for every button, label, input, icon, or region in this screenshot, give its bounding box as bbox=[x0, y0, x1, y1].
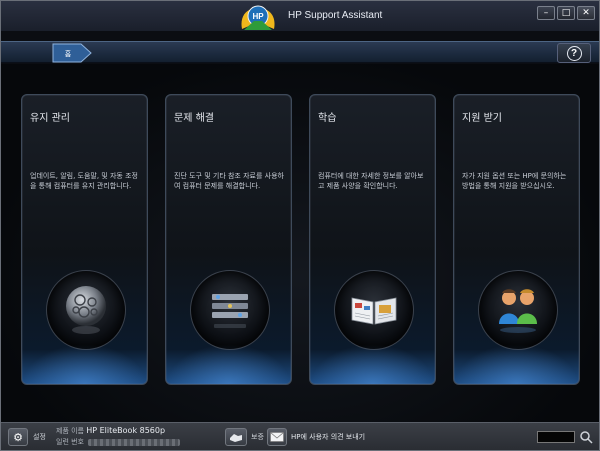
card-title: 문제 해결 bbox=[174, 113, 214, 124]
hp-logo-icon: HP bbox=[241, 5, 275, 30]
card-glow bbox=[166, 344, 291, 384]
card-glow bbox=[22, 344, 147, 384]
diagnostic-tools-icon bbox=[190, 270, 270, 350]
people-icon bbox=[478, 270, 558, 350]
help-button[interactable]: ? bbox=[557, 43, 591, 63]
serial-number: 일련 번호 bbox=[56, 437, 180, 447]
feedback-label: HP에 사용자 의견 보내기 bbox=[291, 433, 366, 441]
gear-icon: ⚙ bbox=[13, 430, 23, 444]
serial-redacted bbox=[88, 438, 180, 446]
card-title: 유지 관리 bbox=[30, 113, 70, 124]
logo-text: HP bbox=[252, 12, 264, 21]
maximize-button[interactable]: □ bbox=[557, 6, 575, 20]
card-description: 업데이트, 알림, 도움말, 및 자동 조정을 통해 컴퓨터를 유지 관리합니다… bbox=[30, 172, 138, 190]
card-glow bbox=[454, 344, 579, 384]
settings-label: 설정 bbox=[33, 433, 46, 441]
status-indicator bbox=[537, 431, 575, 443]
card-troubleshooting[interactable]: 문제 해결 진단 도구 및 기타 참조 자료를 사용하여 컴퓨터 문제를 해결합… bbox=[165, 94, 292, 385]
gear-sphere-icon bbox=[46, 270, 126, 350]
title-bar: HP HP Support Assistant – □ ✕ bbox=[1, 1, 599, 31]
warranty-label: 보증 bbox=[251, 433, 264, 441]
home-button[interactable]: 홈 bbox=[51, 43, 93, 63]
main-content: 유지 관리 업데이트, 알림, 도움말, 및 자동 조정을 통해 컴퓨터를 유지… bbox=[1, 64, 599, 422]
settings-button[interactable]: ⚙ bbox=[8, 428, 28, 446]
product-name-label: 제품 이름 bbox=[56, 427, 84, 435]
card-description: 컴퓨터에 대한 자세한 정보를 알아보고 제품 사양을 확인합니다. bbox=[318, 172, 424, 190]
app-window: HP HP Support Assistant – □ ✕ 홈 ? 유지 관리 … bbox=[0, 0, 600, 451]
card-learning[interactable]: 학습 컴퓨터에 대한 자세한 정보를 알아보고 제품 사양을 확인합니다. bbox=[309, 94, 436, 385]
minimize-button[interactable]: – bbox=[537, 6, 555, 20]
card-description: 진단 도구 및 기타 참조 자료를 사용하여 컴퓨터 문제를 해결합니다. bbox=[174, 172, 284, 190]
card-title: 학습 bbox=[318, 113, 337, 124]
footer-bar: ⚙ 설정 제품 이름 HP EliteBook 8560p 일련 번호 보증 H… bbox=[1, 422, 599, 450]
help-icon: ? bbox=[566, 45, 582, 61]
open-book-icon bbox=[334, 270, 414, 350]
card-description: 자가 지원 옵션 또는 HP에 문의하는 방법을 통해 지원을 받으십시오. bbox=[462, 172, 567, 190]
product-name-value: HP EliteBook 8560p bbox=[86, 426, 166, 435]
app-title: HP Support Assistant bbox=[288, 10, 383, 21]
card-maintenance[interactable]: 유지 관리 업데이트, 알림, 도움말, 및 자동 조정을 통해 컴퓨터를 유지… bbox=[21, 94, 148, 385]
card-glow bbox=[310, 344, 435, 384]
product-name: 제품 이름 HP EliteBook 8560p bbox=[56, 426, 165, 436]
close-button[interactable]: ✕ bbox=[577, 6, 595, 20]
window-controls: – □ ✕ bbox=[537, 6, 595, 20]
feedback-button[interactable] bbox=[267, 428, 287, 446]
search-icon[interactable] bbox=[579, 430, 593, 444]
navigation-bar: 홈 ? bbox=[1, 41, 599, 63]
hand-icon bbox=[230, 434, 242, 442]
card-title: 지원 받기 bbox=[462, 113, 502, 124]
home-label: 홈 bbox=[65, 49, 72, 58]
card-get-support[interactable]: 지원 받기 자가 지원 옵션 또는 HP에 문의하는 방법을 통해 지원을 받으… bbox=[453, 94, 580, 385]
envelope-icon bbox=[270, 432, 284, 442]
warranty-button[interactable] bbox=[225, 428, 247, 446]
serial-label: 일련 번호 bbox=[56, 438, 84, 446]
